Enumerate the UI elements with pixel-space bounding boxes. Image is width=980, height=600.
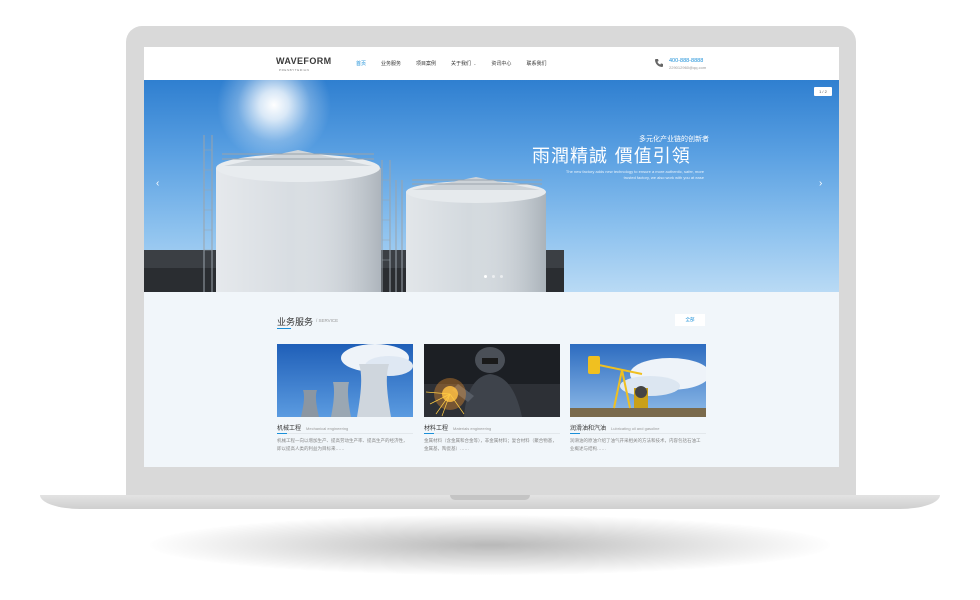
slide-dot[interactable] [500,275,503,278]
nav-item-home[interactable]: 首页 [356,60,366,67]
section-title: 业务服务 [277,317,314,327]
card-title-cn: 机械工程 [277,426,302,432]
hero-banner: 1 / 2 ‹ › 多元化产业链的创新者 雨潤精誠 價值引領 The new f… [144,80,839,292]
contact-phone[interactable]: 400-888-8888 [669,58,703,64]
nav-item-cases[interactable]: 项目案例 [416,60,436,67]
logo-text: WAVEFORM [276,56,332,66]
top-nav: WAVEFORM PRESBYTERIAN 首页 业务服务 项目案例 关于我们 ⌄… [144,47,839,80]
card-title: 润滑油和汽油 Lubricating oil and gasoline [570,423,660,432]
view-all-button[interactable]: 全部 [675,314,705,326]
card-divider-accent [570,433,580,434]
card-title-en: Materials engineering [453,426,492,431]
phone-icon [655,59,663,67]
card-title: 材料工程 Materials engineering [424,423,491,432]
card-image-welder [424,344,560,417]
banner-headline: 雨潤精誠 價值引領 [532,146,691,167]
card-divider [277,433,413,434]
card-description: 机械工程一向以增加生产、提高劳动生产率、提高生产的经济性，即以提高人类的利益为目… [277,438,408,451]
chevron-down-icon: ⌄ [473,61,477,66]
slide-dot[interactable] [492,275,495,278]
section-title-en: / SERVICE [316,318,339,323]
card-divider-accent [424,433,434,434]
logo[interactable]: WAVEFORM PRESBYTERIAN [276,56,336,74]
laptop-shadow [150,515,830,575]
nav-item-services[interactable]: 业务服务 [381,60,401,67]
card-title: 机械工程 Mechanical engineering [277,423,348,432]
prev-slide-arrow-icon[interactable]: ‹ [156,178,159,189]
slide-dot[interactable] [484,275,487,278]
laptop-screen: WAVEFORM PRESBYTERIAN 首页 业务服务 项目案例 关于我们 ⌄… [144,47,839,467]
card-title-cn: 材料工程 [424,426,449,432]
slide-dots [484,275,503,278]
card-description: 金属材料（含金属和合金等），非金属材料；复合材料（聚合物基，金属基，陶瓷基）…… [424,438,557,451]
card-description: 润滑油的原油介绍了油气开采相关的方法和技术，内容包括石油工业概述与结构…… [570,438,701,451]
card-divider [570,433,706,434]
card-image-cooling-towers [277,344,413,417]
card-title-en: Lubricating oil and gasoline [611,426,660,431]
contact-email[interactable]: 229012960@qq.com [669,65,706,70]
nav-item-contact[interactable]: 联系我们 [526,60,546,67]
section-underline [277,328,291,329]
service-card[interactable]: 润滑油和汽油 Lubricating oil and gasoline 润滑油的原… [570,344,706,467]
card-divider-accent [277,433,287,434]
silo-illustration [144,135,564,292]
slide-counter: 1 / 2 [814,87,832,96]
laptop-base [40,495,940,509]
card-title-cn: 润滑油和汽油 [570,426,607,432]
card-image-oil-pump [570,344,706,417]
logo-tagline: PRESBYTERIAN [279,68,310,72]
card-title-en: Mechanical engineering [306,426,349,431]
main-menu: 首页 业务服务 项目案例 关于我们 ⌄ 资讯中心 联系我们 [356,60,561,67]
nav-item-news[interactable]: 资讯中心 [491,60,511,67]
service-card[interactable]: 材料工程 Materials engineering 金属材料（含金属和合金等），… [424,344,560,467]
service-card[interactable]: 机械工程 Mechanical engineering 机械工程一向以增加生产、提… [277,344,413,467]
laptop-notch [450,495,530,500]
nav-item-about[interactable]: 关于我们 ⌄ [451,60,476,67]
banner-description: The new factory adds new technology to e… [565,169,704,180]
card-divider [424,433,560,434]
nav-item-about-label: 关于我们 [451,61,472,67]
next-slide-arrow-icon[interactable]: › [819,178,822,189]
